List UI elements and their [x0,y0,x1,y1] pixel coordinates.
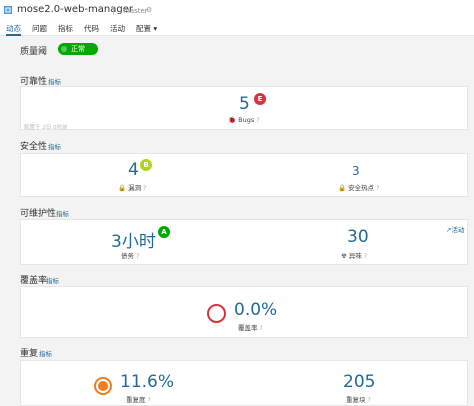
vulnerabilities-value[interactable]: 4 [128,160,139,180]
reliability-card: 5 E 🐞 Bugs ? 配置于 2日 0时前 [20,86,468,131]
coverage-ring-icon [207,304,226,323]
bug-icon: 🐞 [228,116,237,124]
tab-issues[interactable]: 问题 [32,23,47,36]
maintainability-card: 3小时 A 债务 ? 30 ☢ 异味 ? ↗活动 [20,219,468,265]
duplications-title: 重复 [20,349,39,359]
debt-rating-badge[interactable]: A [158,226,170,238]
security-measures-link[interactable]: 指标 [48,141,61,151]
help-icon[interactable]: ? [368,397,371,404]
tab-administration[interactable]: 配置 ▾ [136,23,157,36]
smell-icon: ☢ [341,252,347,260]
maintainability-measures-link[interactable]: 指标 [56,208,69,218]
vulnerabilities-label: 🔒 漏洞 ? [118,182,146,192]
coverage-measures-link[interactable]: 指标 [46,275,59,285]
help-icon[interactable]: ? [364,253,367,260]
bugs-rating-badge[interactable]: E [254,93,266,105]
header-separator: | [112,6,116,16]
bugs-label: 🐞 Bugs ? [228,116,260,124]
quality-gate-title: 质量阈 [20,47,48,57]
duplicated-blocks-label-text: 重复块 [346,396,366,404]
project-icon [4,6,12,14]
reliability-note: 配置于 2日 0时前 [24,125,68,131]
project-header: mose2.0-web-manager | master ⚙ 动态 问题 指标 … [0,0,474,36]
quality-gate-status-badge[interactable]: 正常 [58,43,98,55]
duplications-ring-fill [98,381,108,391]
duplication-density-value[interactable]: 11.6% [120,372,174,392]
code-smells-value[interactable]: 30 [347,227,369,247]
code-smells-label: ☢ 异味 ? [341,250,367,260]
help-icon[interactable]: ? [260,325,263,332]
security-title: 安全性 [20,142,48,152]
help-icon[interactable]: ? [143,185,146,192]
branch-name[interactable]: master [123,7,148,15]
hotspots-label: 🔒 安全热点 ? [338,182,379,192]
code-smells-label-text: 异味 [348,252,362,260]
tab-overview[interactable]: 动态 [6,23,21,36]
hotspots-value[interactable]: 3 [352,164,360,178]
tab-measures[interactable]: 指标 [58,23,73,36]
debt-label: 债务 ? [121,250,139,260]
tab-activity[interactable]: 活动 [110,23,125,36]
project-nav: 动态 问题 指标 代码 活动 配置 ▾ [6,23,157,36]
lock-icon: 🔒 [118,184,127,192]
duplication-density-label: 重复度 ? [126,394,151,404]
bugs-label-text: Bugs [238,116,255,124]
duplicated-blocks-label: 重复块 ? [346,394,371,404]
activity-link[interactable]: ↗活动 [446,224,464,234]
maintainability-title: 可维护性 [20,209,57,219]
tab-code[interactable]: 代码 [84,23,99,36]
tab-administration-label: 配置 [136,24,151,33]
security-card: 4 B 🔒 漏洞 ? 3 🔒 安全热点 ? [20,153,468,197]
duplicated-blocks-value[interactable]: 205 [343,372,375,392]
bugs-value[interactable]: 5 [239,94,250,114]
quality-gate: 质量阈 正常 [0,36,474,62]
coverage-label-text: 覆盖率 [238,324,258,332]
caret-down-icon: ▾ [153,24,158,33]
coverage-title: 覆盖率 [20,276,48,286]
help-icon[interactable]: ? [376,185,379,192]
project-name[interactable]: mose2.0-web-manager [17,4,133,15]
hotspots-label-text: 安全热点 [348,184,375,192]
lock-icon: 🔒 [338,184,347,192]
duplications-card: 11.6% 重复度 ? 205 重复块 ? [20,360,468,406]
coverage-card: 0.0% 覆盖率 ? [20,286,468,338]
vulnerabilities-rating-badge[interactable]: B [140,159,152,171]
vulnerabilities-label-text: 漏洞 [128,184,142,192]
help-icon[interactable]: ? [148,397,151,404]
duplications-measures-link[interactable]: 指标 [39,348,52,358]
activity-link-label: 活动 [451,226,465,234]
help-icon[interactable]: ? [136,253,139,260]
debt-value[interactable]: 3小时 [111,227,156,252]
duplication-density-label-text: 重复度 [126,396,146,404]
coverage-label: 覆盖率 ? [238,322,263,332]
gear-icon[interactable]: ⚙ [146,6,152,14]
coverage-value[interactable]: 0.0% [234,300,277,320]
duplications-ring-icon [94,377,112,395]
help-icon[interactable]: ? [256,117,259,124]
debt-label-text: 债务 [121,252,134,260]
reliability-measures-link[interactable]: 指标 [48,76,61,86]
